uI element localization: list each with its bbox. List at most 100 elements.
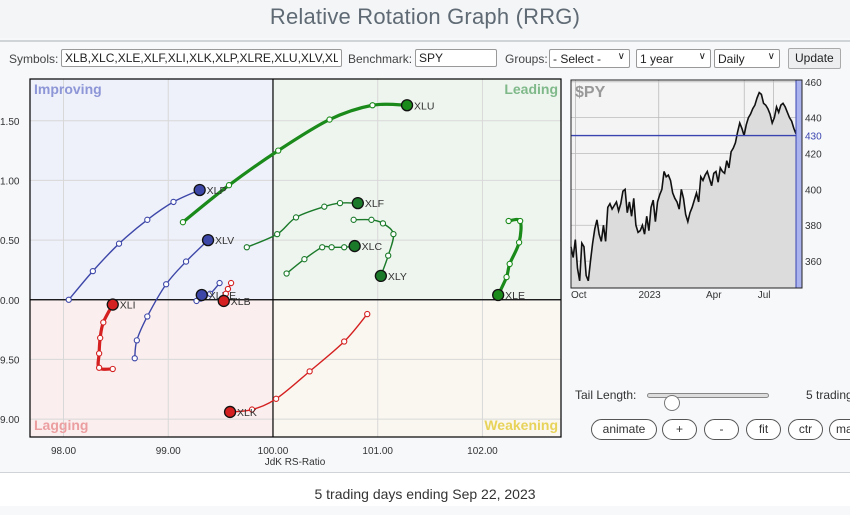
y-tick-label: 1.50 xyxy=(0,117,20,128)
date-range-caption: 5 trading days ending Sep 22, 2023 xyxy=(314,486,536,502)
tail-point xyxy=(341,338,348,345)
benchmark-symbol-label: $PY xyxy=(575,84,606,101)
tail-point xyxy=(336,199,344,207)
tail-point xyxy=(216,279,223,287)
tail-point xyxy=(341,244,348,251)
x-tick-label: 101.00 xyxy=(362,446,393,457)
tail-point xyxy=(390,230,397,238)
y-tick-label: 0.50 xyxy=(0,236,20,247)
tail-point xyxy=(163,281,170,288)
series-head-point[interactable] xyxy=(374,269,388,283)
tail-point xyxy=(274,230,281,238)
benchmark-y-tick-label: 430 xyxy=(805,132,822,143)
series-head-point[interactable] xyxy=(400,99,414,112)
symbols-label: Symbols: xyxy=(9,52,59,66)
series-label: XLU xyxy=(414,100,434,112)
ma-button[interactable]: ma xyxy=(829,419,850,440)
tail-point xyxy=(369,102,376,109)
tail-point xyxy=(292,214,300,221)
tail-point xyxy=(95,350,103,357)
tail-length-control: Tail Length: 5 trading xyxy=(575,385,850,411)
groups-select[interactable]: - Select - ∨ xyxy=(549,49,630,68)
chevron-down-icon: ∨ xyxy=(617,51,625,62)
zoom-in-button[interactable]: + xyxy=(662,419,697,440)
series-head-point[interactable] xyxy=(492,288,505,302)
benchmark-y-tick-label: 440 xyxy=(805,114,822,125)
center-button[interactable]: ctr xyxy=(788,419,823,440)
benchmark-x-tick-label: Oct xyxy=(571,290,587,301)
tail-point xyxy=(275,147,282,154)
chevron-down-icon: ∨ xyxy=(767,51,775,62)
groups-select-value: - Select - xyxy=(553,52,602,66)
series-head-point[interactable] xyxy=(223,405,237,419)
benchmark-y-tick-label: 360 xyxy=(805,257,822,268)
tail-point xyxy=(283,270,290,277)
quadrant-label-improving: Improving xyxy=(34,81,102,97)
tail-point xyxy=(364,310,371,318)
y-tick-label: 9.00 xyxy=(0,415,20,426)
benchmark-y-tick-labels: 460 440 430 420 400 380 360 xyxy=(805,78,822,268)
tail-point xyxy=(65,296,72,303)
tail-point xyxy=(515,239,523,246)
y-tick-label: 0.00 xyxy=(0,296,20,307)
x-tick-labels: 98.00 99.00 100.00 101.00 102.00 xyxy=(51,446,498,457)
tail-point xyxy=(503,273,510,281)
series-head-point[interactable] xyxy=(348,239,361,253)
benchmark-x-tick-label: Apr xyxy=(706,290,722,301)
zoom-out-button[interactable]: - xyxy=(704,419,739,440)
tail-point xyxy=(321,203,328,210)
tail-length-label: Tail Length: xyxy=(575,388,637,402)
period-select[interactable]: 1 year ∨ xyxy=(636,49,711,68)
tail-length-value: 5 trading xyxy=(806,388,850,402)
series-label: XLY xyxy=(388,271,407,283)
benchmark-y-tick-label: 460 xyxy=(805,78,822,89)
quadrant-label-weakening: Weakening xyxy=(484,417,558,433)
series-head-point[interactable] xyxy=(351,196,364,210)
benchmark-window-highlight[interactable] xyxy=(795,79,803,289)
tail-point xyxy=(97,334,104,342)
tail-point xyxy=(243,244,250,251)
y-tick-label: 1.00 xyxy=(0,176,20,187)
x-tick-label: 100.00 xyxy=(258,446,289,457)
period-select-value: 1 year xyxy=(640,52,674,66)
series-head-point[interactable] xyxy=(195,288,208,302)
series-head-point[interactable] xyxy=(193,183,206,197)
tail-point xyxy=(179,219,187,226)
series-label: XLK xyxy=(237,407,257,419)
series-head-point[interactable] xyxy=(201,233,215,247)
tail-point xyxy=(319,244,326,251)
x-axis-label: JdK RS-Ratio xyxy=(265,457,326,468)
rrg-svg[interactable]: Improving Leading Lagging Weakening 1.50… xyxy=(0,75,570,473)
series-label: XLF xyxy=(365,198,384,210)
tail-point xyxy=(517,217,524,225)
frequency-select-value: Daily xyxy=(718,52,745,66)
tail-point xyxy=(326,116,333,123)
series-head-point[interactable] xyxy=(106,298,119,311)
tail-point xyxy=(131,355,138,362)
fit-button[interactable]: fit xyxy=(746,419,781,440)
x-tick-label: 99.00 xyxy=(156,446,181,457)
update-button[interactable]: Update xyxy=(788,48,841,69)
footer: 5 trading days ending Sep 22, 2023 xyxy=(0,473,850,506)
animate-button[interactable]: animate xyxy=(591,419,657,440)
series-label: XLB xyxy=(231,296,251,308)
tail-point xyxy=(182,258,190,265)
frequency-select[interactable]: Daily ∨ xyxy=(714,49,780,68)
tail-point xyxy=(100,319,107,326)
tail-length-slider[interactable] xyxy=(647,393,769,411)
benchmark-y-tick-label: 400 xyxy=(805,185,822,196)
benchmark-input[interactable] xyxy=(415,49,497,67)
tail-length-slider-thumb[interactable] xyxy=(664,395,680,411)
quadrant-label-lagging: Lagging xyxy=(34,417,88,433)
rrg-graph[interactable]: Improving Leading Lagging Weakening 1.50… xyxy=(0,75,570,473)
tail-point xyxy=(368,216,375,223)
series-head-point[interactable] xyxy=(217,294,230,308)
benchmark-chart-svg: $PY 460 440 430 420 400 380 360 Oct 2023 Apr Jul xyxy=(570,78,822,301)
tail-point xyxy=(306,368,313,375)
symbols-input[interactable] xyxy=(61,49,342,67)
tail-point xyxy=(170,198,177,206)
tail-point xyxy=(301,256,308,263)
tail-point xyxy=(272,395,280,402)
quadrant-label-leading: Leading xyxy=(504,81,558,97)
tail-point xyxy=(225,182,233,189)
